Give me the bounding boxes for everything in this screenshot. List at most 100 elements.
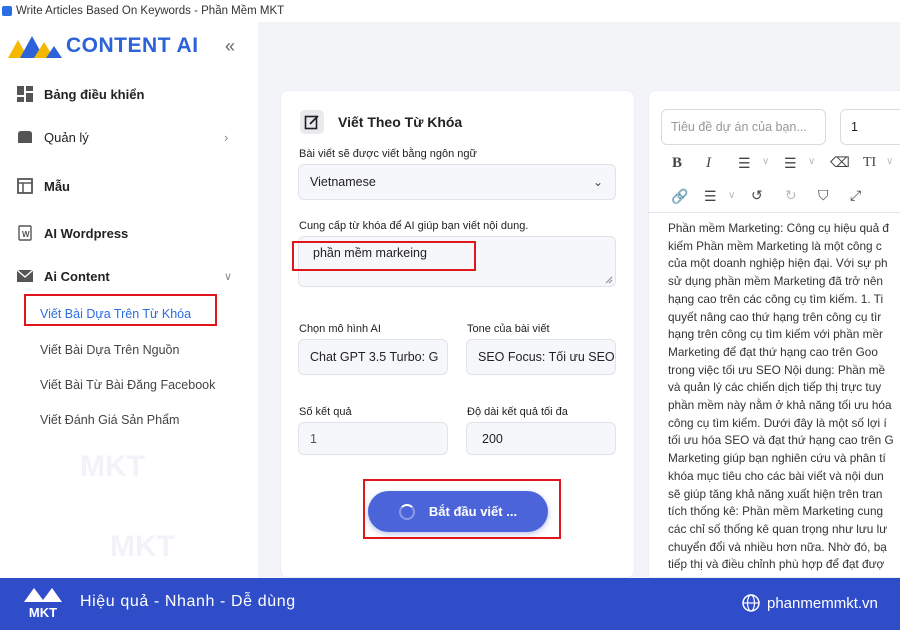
- editor-line: Phần mềm Marketing: Công cụ hiệu quả đ: [668, 221, 889, 235]
- bullet-list-icon[interactable]: ☰: [738, 155, 751, 172]
- fullscreen-icon[interactable]: ⤢: [850, 187, 861, 204]
- sidebar-item-dashboard[interactable]: Bảng điều khiển: [16, 85, 144, 103]
- editor-line: của một doanh nghiệp hiện đại. Với sự ph: [668, 256, 888, 271]
- chevron-down-icon: ∨: [224, 270, 233, 283]
- watermark: MKT: [80, 450, 145, 483]
- clear-format-icon[interactable]: ⌫: [830, 154, 850, 171]
- results-count-input[interactable]: 1: [298, 422, 448, 455]
- chevron-down-icon: ⌄: [592, 175, 603, 189]
- window-title: Write Articles Based On Keywords - Phần …: [16, 5, 285, 17]
- sidebar-item-manage[interactable]: Quản lý ›: [16, 128, 228, 146]
- editor-line: khóa mục tiêu cho các bài viết và nội du…: [668, 468, 884, 483]
- max-length-input[interactable]: 200: [466, 422, 616, 455]
- chevron-down-icon[interactable]: ∨: [808, 156, 815, 167]
- form-header: Viết Theo Từ Khóa: [300, 110, 462, 134]
- wordpress-icon: W: [16, 224, 34, 242]
- footer-logo-text: MKT: [29, 605, 57, 620]
- sub-item-product-review[interactable]: Viết Đánh Giá Sản Phẩm: [40, 413, 179, 427]
- window-title-bar: Write Articles Based On Keywords - Phần …: [0, 0, 900, 22]
- chevron-down-icon[interactable]: ∨: [762, 156, 769, 167]
- editor-line: hạng cao trên các công cụ tìm kiếm. 1. T…: [668, 291, 884, 306]
- edit-icon: [300, 110, 324, 134]
- model-value: Chat GPT 3.5 Turbo: G: [310, 350, 439, 364]
- editor-line: kiếm Phần mềm Marketing là một công c: [668, 238, 882, 253]
- max-length-value: 200: [482, 431, 503, 446]
- editor-line: Marketing giúp bạn nghiên cứu và phân tí: [668, 451, 886, 466]
- mkt-logo-icon: MKT: [24, 588, 62, 620]
- editor-line: quyết nâng cao thứ hạng trên công cụ tìr: [668, 309, 882, 324]
- footer-website[interactable]: phanmemmkt.vn: [742, 594, 878, 612]
- editor-line: và quản lý các chiến dịch tiếp thị trực …: [668, 380, 882, 395]
- globe-icon: [742, 594, 760, 612]
- editor-line: tối ưu hóa SEO và đạt thứ hạng cao trên …: [668, 433, 894, 448]
- keyword-label: Cung cấp từ khóa để AI giúp bạn viết nội…: [299, 220, 529, 232]
- highlight-box: [24, 294, 217, 326]
- sidebar-item-label: Quản lý: [44, 129, 89, 145]
- chevron-down-icon[interactable]: ∨: [728, 190, 735, 201]
- sidebar-item-ai-wordpress[interactable]: W AI Wordpress: [16, 224, 128, 242]
- editor-line: phần mềm này nằm ở khả năng tối ưu hóa: [668, 398, 892, 413]
- editor-line: sẽ giúp tăng khả năng xuất hiện trên tra…: [668, 486, 883, 501]
- sub-item-facebook-article[interactable]: Viết Bài Từ Bài Đăng Facebook: [40, 378, 215, 392]
- sub-item-source-article[interactable]: Viết Bài Dựa Trên Nguồn: [40, 343, 179, 357]
- language-label: Bài viết sẽ được viết bằng ngôn ngữ: [299, 148, 477, 160]
- italic-icon[interactable]: I: [706, 155, 711, 172]
- sidebar-item-ai-content[interactable]: Ai Content ∨: [16, 267, 232, 285]
- undo-icon[interactable]: ↺: [751, 187, 763, 204]
- max-length-label: Độ dài kết quả tối đa: [467, 406, 568, 418]
- tone-select[interactable]: SEO Focus: Tối ưu SEO: [466, 339, 616, 375]
- editor-line: Marketing để đạt thứ hạng cao trên Goo: [668, 344, 878, 359]
- format-painter-icon[interactable]: ⛉: [818, 187, 829, 204]
- editor-line: các chỉ số thống kê quan trọng như lưu l…: [668, 521, 888, 536]
- align-icon[interactable]: ☰: [704, 188, 717, 205]
- app-icon: [2, 6, 12, 16]
- mail-icon: [16, 267, 34, 285]
- footer-website-text: phanmemmkt.vn: [767, 594, 878, 612]
- template-icon: [16, 177, 34, 195]
- editor-line: tích thống kê: Phần mềm Marketing cung: [668, 504, 884, 519]
- logo-mark-icon: [8, 36, 62, 58]
- chevron-down-icon[interactable]: ∨: [886, 156, 893, 167]
- highlight-box: [363, 479, 561, 539]
- footer-slogan: Hiệu quả - Nhanh - Dễ dùng: [80, 593, 296, 610]
- footer-banner: MKT Hiệu quả - Nhanh - Dễ dùng phanmemmk…: [0, 578, 900, 630]
- redo-icon[interactable]: ↻: [785, 187, 797, 204]
- divider: [648, 212, 900, 213]
- resize-handle-icon[interactable]: [605, 276, 613, 284]
- bold-icon[interactable]: B: [672, 155, 682, 172]
- text-size-icon[interactable]: TI: [863, 155, 876, 171]
- sidebar-item-label: Ai Content: [44, 268, 110, 284]
- svg-text:W: W: [22, 230, 30, 239]
- sidebar-item-label: Mẫu: [44, 178, 70, 194]
- editor-line: tiếp thị và điều chỉnh phù hợp để đạt đư…: [668, 557, 885, 572]
- sidebar-item-label: Bảng điều khiển: [44, 86, 145, 102]
- brand-name: CONTENT AI: [66, 34, 199, 57]
- model-label: Chọn mô hình AI: [299, 323, 381, 335]
- editor-line: công cụ tìm kiếm. Dưới đây là một số lợi…: [668, 415, 887, 430]
- editor-line: trong việc tối ưu SEO Nội dung: Phần mề: [668, 362, 886, 377]
- tone-value: SEO Focus: Tối ưu SEO: [478, 350, 615, 364]
- brand-logo[interactable]: CONTENT AI: [8, 32, 199, 60]
- collapse-sidebar-icon[interactable]: «: [225, 36, 235, 57]
- language-value: Vietnamese: [310, 175, 376, 189]
- numbered-list-icon[interactable]: ☰: [784, 155, 797, 172]
- language-select[interactable]: Vietnamese ⌄: [298, 164, 616, 200]
- sidebar-item-label: AI Wordpress: [44, 225, 129, 241]
- folder-icon: [16, 128, 34, 146]
- tone-label: Tone của bài viết: [467, 323, 550, 335]
- dashboard-icon: [16, 85, 34, 103]
- results-count-value: 1: [310, 431, 317, 446]
- chevron-right-icon: ›: [224, 129, 229, 145]
- top-strip: [258, 22, 900, 68]
- link-icon[interactable]: 🔗: [671, 188, 688, 205]
- model-select[interactable]: Chat GPT 3.5 Turbo: G: [298, 339, 448, 375]
- editor-content[interactable]: Phần mềm Marketing: Công cụ hiệu quả đ k…: [668, 220, 900, 574]
- result-count-value: 1: [851, 120, 858, 134]
- results-count-label: Số kết quả: [299, 406, 352, 418]
- sidebar-item-templates[interactable]: Mẫu: [16, 177, 70, 195]
- watermark: MKT: [110, 530, 175, 563]
- highlight-box: [292, 241, 476, 271]
- editor-line: chuyển đổi và nhiều hơn nữa. Nhờ đó, bạ: [668, 539, 887, 554]
- result-count-field[interactable]: 1: [840, 109, 900, 145]
- project-title-input[interactable]: Tiêu đề dự án của bạn...: [661, 109, 826, 145]
